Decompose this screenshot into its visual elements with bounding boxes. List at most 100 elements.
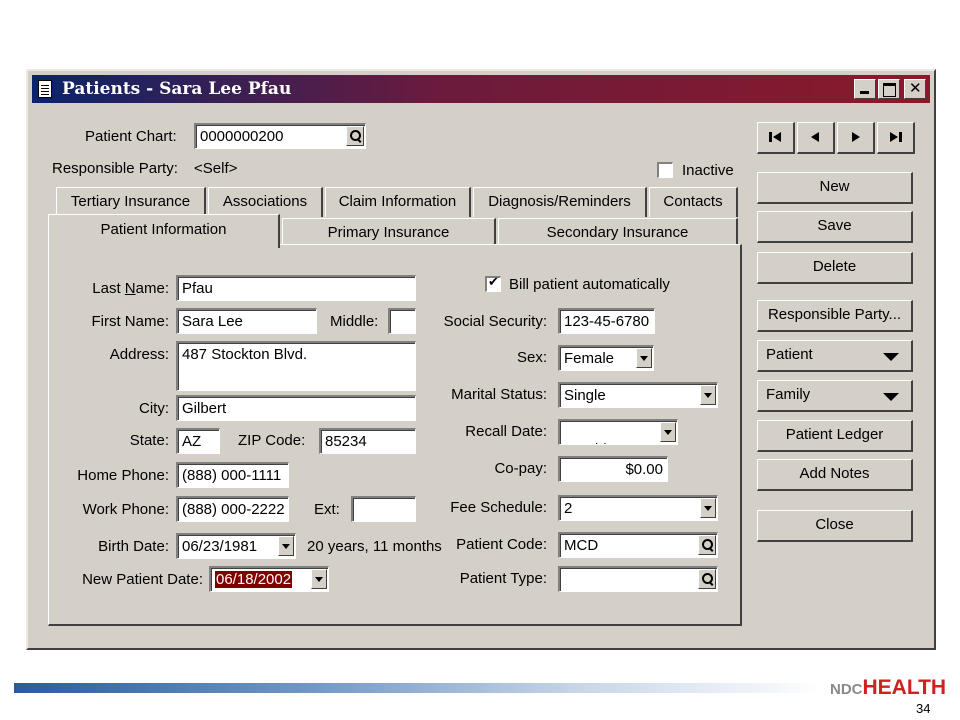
patient-chart-field[interactable]: 0000000200 — [194, 123, 366, 149]
responsible-party-label: Responsible Party: — [52, 160, 178, 177]
previous-record-button[interactable] — [797, 122, 835, 154]
patient-chart-value: 0000000200 — [200, 128, 284, 145]
new-patient-date-label: New Patient Date: — [82, 571, 203, 588]
tab-diagnosis-reminders[interactable]: Diagnosis/Reminders — [473, 187, 647, 217]
patient-type-field[interactable] — [558, 566, 718, 592]
page-number: 34 — [916, 701, 931, 716]
marital-status-value: Single — [564, 387, 606, 404]
patient-chart-label: Patient Chart: — [85, 128, 177, 145]
copay-label: Co-pay: — [494, 460, 547, 477]
minimize-button[interactable] — [854, 79, 876, 99]
patient-menu-button[interactable]: Patient — [757, 340, 913, 372]
chevron-down-icon[interactable] — [700, 498, 716, 518]
ndc-health-logo: NDCHEALTH — [830, 676, 946, 700]
patient-menu-label: Patient — [766, 346, 813, 363]
patient-code-value: MCD — [564, 537, 599, 554]
document-icon — [38, 80, 52, 98]
bill-auto-checkbox[interactable] — [485, 275, 501, 292]
bill-auto-label: Bill patient automatically — [509, 276, 670, 293]
first-name-field[interactable]: Sara Lee — [176, 308, 317, 334]
middle-label: Middle: — [330, 313, 379, 330]
last-name-field[interactable]: Pfau — [176, 275, 416, 301]
zip-field[interactable]: 85234 — [319, 428, 416, 454]
previous-icon — [811, 132, 819, 142]
recall-date-label: Recall Date: — [465, 423, 547, 440]
next-icon — [852, 132, 860, 142]
last-name-label: Last Name: — [92, 280, 169, 297]
skip-last-icon — [890, 132, 902, 142]
ext-field[interactable] — [351, 496, 416, 522]
family-menu-button[interactable]: Family — [757, 380, 913, 412]
magnifier-icon[interactable] — [346, 126, 364, 146]
sex-value: Female — [564, 350, 615, 367]
state-field[interactable]: AZ — [176, 428, 220, 454]
inactive-checkbox[interactable] — [657, 162, 673, 178]
responsible-party-value: <Self> — [194, 160, 238, 177]
new-button[interactable]: New — [757, 172, 913, 204]
fee-schedule-label: Fee Schedule: — [450, 499, 547, 516]
chevron-down-icon[interactable] — [700, 385, 716, 405]
sex-label: Sex: — [516, 349, 547, 366]
tab-tertiary-insurance[interactable]: Tertiary Insurance — [56, 187, 206, 217]
work-phone-label: Work Phone: — [82, 501, 169, 518]
title-bar[interactable]: Patients - Sara Lee Pfau — [32, 75, 930, 103]
patient-ledger-button[interactable]: Patient Ledger — [757, 420, 913, 452]
tab-claim-information[interactable]: Claim Information — [325, 187, 471, 217]
close-window-button[interactable] — [904, 79, 926, 99]
skip-first-icon — [769, 132, 781, 142]
home-phone-field[interactable]: (888) 000-1111 — [176, 462, 289, 488]
tab-contacts[interactable]: Contacts — [649, 187, 738, 217]
patient-code-field[interactable]: MCD — [558, 532, 718, 558]
magnifier-icon[interactable] — [698, 569, 716, 589]
logo-main: HEALTH — [862, 676, 947, 699]
patients-window: Patients - Sara Lee Pfau Patient Chart: … — [26, 69, 936, 650]
city-label: City: — [139, 400, 169, 417]
fee-schedule-value: 2 — [564, 500, 573, 517]
inactive-label: Inactive — [682, 162, 734, 179]
chevron-down-icon[interactable] — [660, 422, 676, 442]
window-title: Patients - Sara Lee Pfau — [62, 79, 292, 99]
ssn-field[interactable]: 123-45-6780 — [558, 308, 655, 334]
delete-button[interactable]: Delete — [757, 252, 913, 284]
chevron-down-icon[interactable] — [278, 536, 294, 556]
marital-status-label: Marital Status: — [451, 386, 547, 403]
responsible-party-button[interactable]: Responsible Party... — [757, 300, 913, 332]
maximize-button[interactable] — [878, 79, 900, 99]
recall-date-value: / / — [589, 441, 606, 444]
first-record-button[interactable] — [757, 122, 795, 154]
birth-date-field[interactable]: 06/23/1981 — [176, 533, 296, 559]
next-record-button[interactable] — [837, 122, 875, 154]
zip-label: ZIP Code: — [238, 432, 306, 449]
sex-select[interactable]: Female — [558, 345, 654, 371]
recall-date-field[interactable]: / / — [558, 419, 678, 445]
new-patient-date-field[interactable]: 06/18/2002 — [209, 566, 329, 592]
add-notes-button[interactable]: Add Notes — [757, 459, 913, 491]
save-button[interactable]: Save — [757, 211, 913, 243]
close-button[interactable]: Close — [757, 510, 913, 542]
city-field[interactable]: Gilbert — [176, 395, 416, 421]
magnifier-icon[interactable] — [698, 535, 716, 555]
patient-type-label: Patient Type: — [459, 570, 547, 587]
copay-field[interactable]: $0.00 — [558, 456, 668, 482]
chevron-down-icon[interactable] — [311, 569, 327, 589]
family-menu-label: Family — [766, 386, 811, 403]
triangle-down-icon — [883, 393, 899, 401]
last-record-button[interactable] — [877, 122, 915, 154]
address-label: Address: — [109, 346, 169, 363]
birth-date-value: 06/23/1981 — [182, 538, 258, 555]
ssn-label: Social Security: — [443, 313, 547, 330]
address-field[interactable]: 487 Stockton Blvd. — [176, 341, 416, 391]
birth-date-label: Birth Date: — [98, 538, 169, 555]
tab-patient-information[interactable]: Patient Information — [48, 214, 280, 248]
work-phone-field[interactable]: (888) 000-2222 — [176, 496, 289, 522]
triangle-down-icon — [883, 353, 899, 361]
patient-code-label: Patient Code: — [456, 536, 547, 553]
chevron-down-icon[interactable] — [636, 348, 652, 368]
tab-associations[interactable]: Associations — [208, 187, 323, 217]
patient-information-panel: Last Name: Pfau First Name: Sara Lee Mid… — [48, 244, 742, 626]
footer-gradient-bar — [14, 683, 824, 693]
home-phone-label: Home Phone: — [77, 467, 169, 484]
fee-schedule-select[interactable]: 2 — [558, 495, 718, 521]
marital-status-select[interactable]: Single — [558, 382, 718, 408]
new-patient-date-value: 06/18/2002 — [215, 571, 293, 588]
